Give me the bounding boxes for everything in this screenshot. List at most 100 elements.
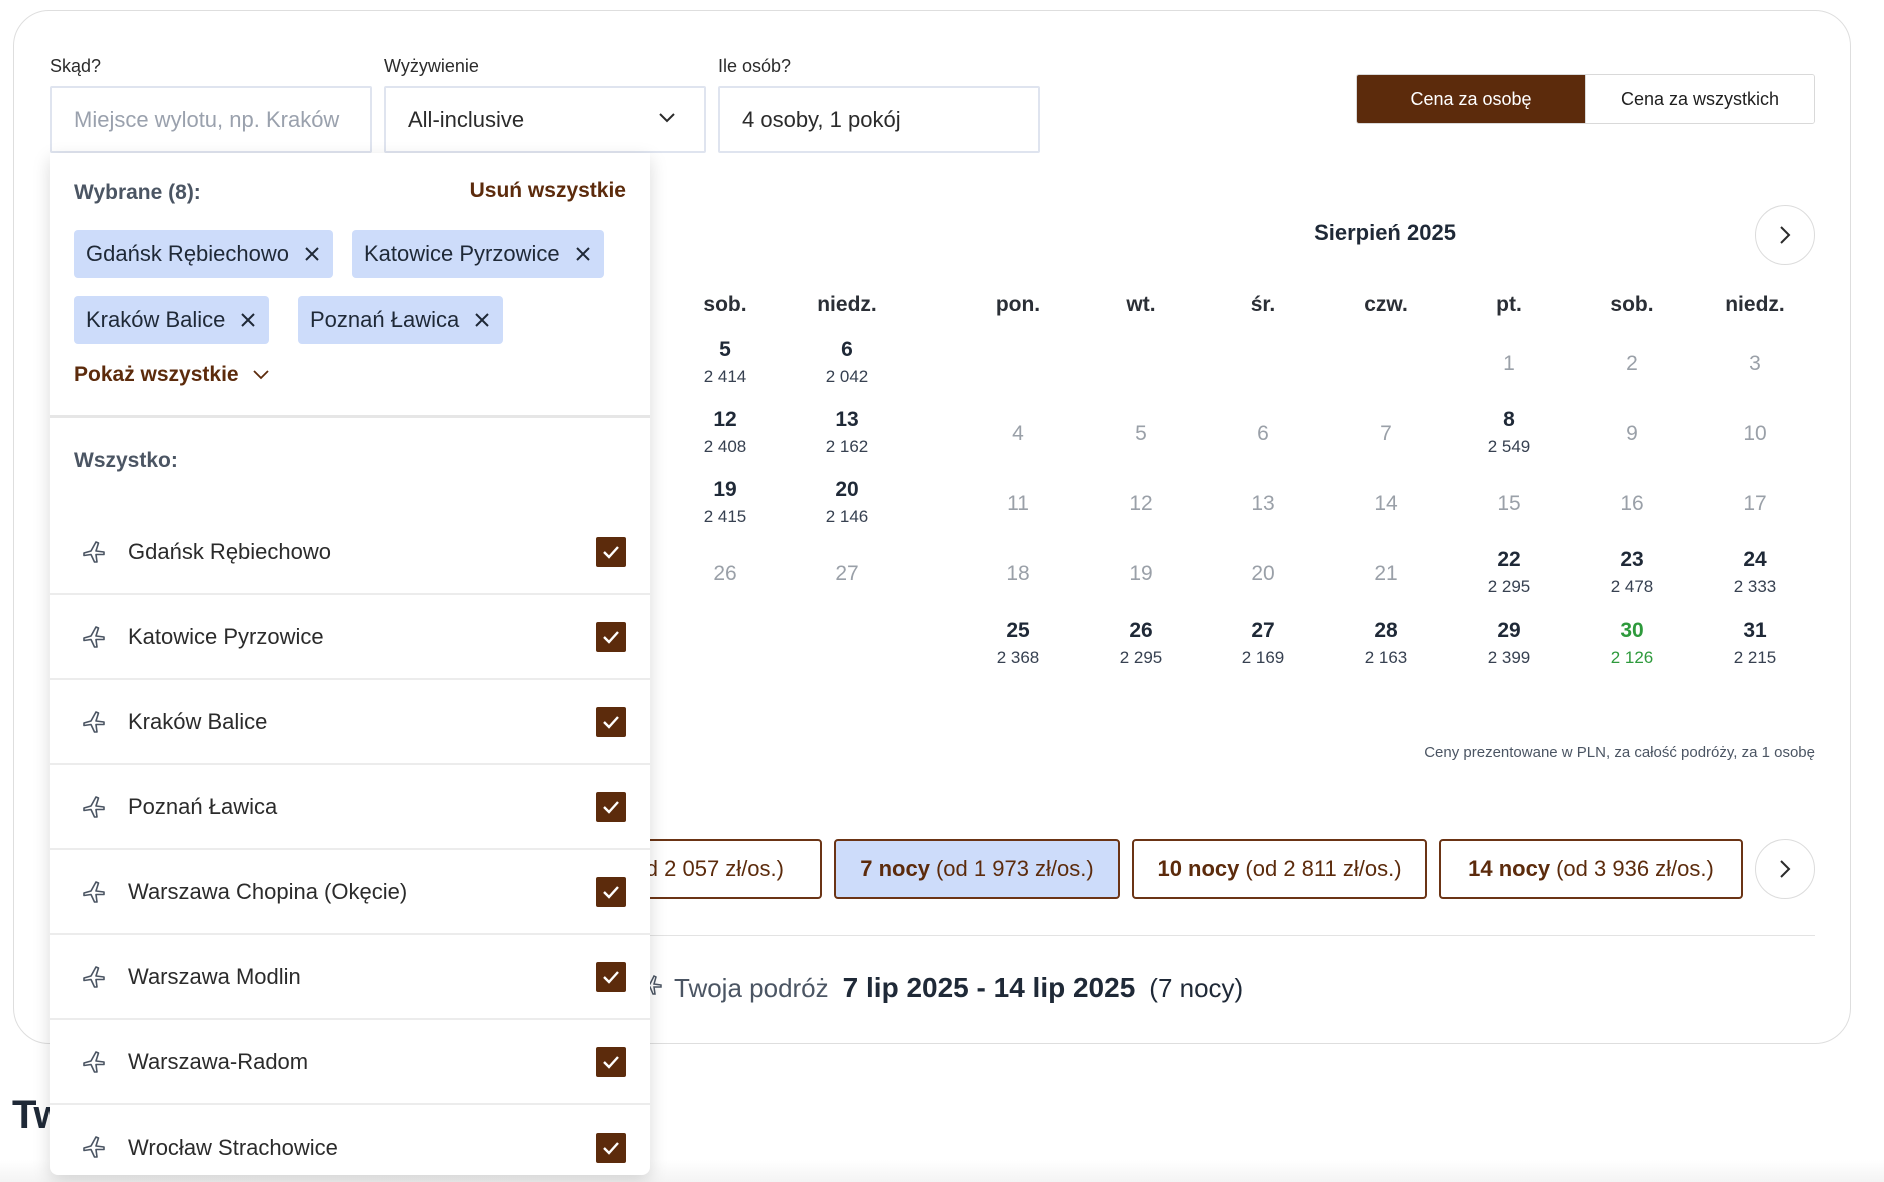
airport-option[interactable]: Poznań Ławica <box>50 765 650 850</box>
calendar-day[interactable]: 13 2 162 <box>797 407 897 458</box>
calendar-day: 15 <box>1459 491 1559 517</box>
close-icon[interactable] <box>241 313 256 327</box>
nights-option-price: (od 3 936 zł/os.) <box>1556 856 1714 881</box>
day-number: 14 <box>1374 492 1398 515</box>
day-number: 16 <box>1620 492 1644 515</box>
nights-option-10[interactable]: 10 nocy (od 2 811 zł/os.) <box>1132 839 1427 899</box>
day-number: 24 <box>1743 548 1767 571</box>
calendar-day[interactable]: 27 2 169 <box>1213 618 1313 669</box>
airport-option[interactable]: Warszawa Chopina (Okęcie) <box>50 850 650 935</box>
checkbox-checked-icon[interactable] <box>596 1132 626 1163</box>
calendar-day[interactable]: 19 2 415 <box>675 477 775 528</box>
calendar-day[interactable]: 22 2 295 <box>1459 547 1559 598</box>
day-number: 22 <box>1497 548 1521 571</box>
day-number: 26 <box>713 562 737 585</box>
plane-icon <box>80 793 108 826</box>
nights-option-price: od 2 057 zł/os.) <box>633 856 784 881</box>
nights-option-label: 14 nocy <box>1468 856 1551 881</box>
day-price: 2 295 <box>1487 577 1531 596</box>
day-number: 12 <box>1129 492 1153 515</box>
nights-option-price: (od 2 811 zł/os.) <box>1245 856 1402 881</box>
plane-icon <box>80 963 108 996</box>
calendar-day[interactable]: 6 2 042 <box>797 337 897 388</box>
price-for-all-button[interactable]: Cena za wszystkich <box>1585 75 1814 123</box>
checkbox-checked-icon[interactable] <box>596 791 626 822</box>
calendar-day[interactable]: 29 2 399 <box>1459 618 1559 669</box>
day-price: 2 295 <box>1119 648 1163 667</box>
nights-option-14[interactable]: 14 nocy (od 3 936 zł/os.) <box>1439 839 1743 899</box>
calendar-day[interactable]: 25 2 368 <box>968 618 1068 669</box>
airport-option[interactable]: Katowice Pyrzowice <box>50 595 650 680</box>
calendar-day: 26 <box>675 561 775 587</box>
calendar-day[interactable]: 28 2 163 <box>1336 618 1436 669</box>
airport-option[interactable]: Wrocław Strachowice <box>50 1105 650 1175</box>
trip-dates: 7 lip 2025 - 14 lip 2025 <box>842 972 1136 1003</box>
calendar-day[interactable]: 5 2 414 <box>675 337 775 388</box>
airport-option[interactable]: Kraków Balice <box>50 680 650 765</box>
next-month-button[interactable] <box>1755 205 1815 265</box>
calendar-day[interactable]: 20 2 146 <box>797 477 897 528</box>
checkbox-checked-icon[interactable] <box>596 876 626 907</box>
calendar-day[interactable]: 8 2 549 <box>1459 407 1559 458</box>
close-icon[interactable] <box>305 247 319 261</box>
airport-option[interactable]: Gdańsk Rębiechowo <box>50 510 650 595</box>
calendar-day: 7 <box>1336 421 1436 447</box>
day-number: 3 <box>1749 352 1761 375</box>
board-select[interactable]: All-inclusive <box>384 86 706 153</box>
next-nights-button[interactable] <box>1755 839 1815 899</box>
day-number: 28 <box>1374 619 1398 642</box>
checkbox-checked-icon[interactable] <box>596 706 626 737</box>
departure-dropdown: Wybrane (8): Usuń wszystkie Gdańsk Rębie… <box>50 153 650 1175</box>
checkbox-checked-icon[interactable] <box>596 621 626 652</box>
weekday-label: niedz. <box>817 293 877 316</box>
day-number: 12 <box>713 408 737 431</box>
from-input[interactable]: Miejsce wylotu, np. Kraków <box>50 86 372 153</box>
chip-poznan: Poznań Ławica <box>298 296 504 344</box>
nights-option-partial[interactable]: od 2 057 zł/os.) <box>620 839 822 899</box>
day-price: 2 368 <box>996 648 1040 667</box>
chip-label: Katowice Pyrzowice <box>364 241 560 266</box>
weekday-label: śr. <box>1250 293 1276 316</box>
day-price: 2 162 <box>825 437 869 456</box>
close-icon[interactable] <box>575 247 590 261</box>
guests-input[interactable]: 4 osoby, 1 pokój <box>718 86 1040 153</box>
calendar-day: 13 <box>1213 491 1313 517</box>
checkbox-checked-icon[interactable] <box>596 536 626 567</box>
airport-option-label: Gdańsk Rębiechowo <box>128 538 332 564</box>
day-number: 6 <box>1257 422 1269 445</box>
calendar-day: 14 <box>1336 491 1436 517</box>
show-all-button[interactable]: Pokaż wszystkie <box>74 363 269 387</box>
day-price: 2 163 <box>1364 648 1408 667</box>
chip-label: Poznań Ławica <box>310 307 460 332</box>
airport-option[interactable]: Warszawa Modlin <box>50 935 650 1020</box>
calendar-day[interactable]: 31 2 215 <box>1705 618 1805 669</box>
calendar-day[interactable]: 30 2 126 <box>1582 618 1682 669</box>
day-number: 17 <box>1743 492 1767 515</box>
price-per-person-button[interactable]: Cena za osobę <box>1357 75 1585 123</box>
calendar-day[interactable]: 12 2 408 <box>675 407 775 458</box>
checkbox-checked-icon[interactable] <box>596 1046 626 1077</box>
weekday-label: sob. <box>1610 293 1654 316</box>
airport-option-label: Kraków Balice <box>128 708 268 734</box>
airport-option[interactable]: Warszawa-Radom <box>50 1020 650 1105</box>
chip-gdansk: Gdańsk Rębiechowo <box>74 230 334 278</box>
chip-katowice: Katowice Pyrzowice <box>352 230 604 278</box>
calendar-day[interactable]: 24 2 333 <box>1705 547 1805 598</box>
day-number: 2 <box>1626 352 1638 375</box>
day-number: 29 <box>1497 619 1521 642</box>
calendar-day[interactable]: 26 2 295 <box>1091 618 1191 669</box>
chip-label: Gdańsk Rębiechowo <box>86 241 290 266</box>
checkbox-checked-icon[interactable] <box>596 961 626 992</box>
day-number: 9 <box>1626 422 1638 445</box>
day-number: 15 <box>1497 492 1521 515</box>
calendar-day: 16 <box>1582 491 1682 517</box>
close-icon[interactable] <box>475 313 489 327</box>
dropdown-divider <box>50 415 650 418</box>
clear-all-button[interactable]: Usuń wszystkie <box>470 179 626 203</box>
calendar-day[interactable]: 23 2 478 <box>1582 547 1682 598</box>
day-price: 2 042 <box>825 367 869 386</box>
chip-label: Kraków Balice <box>86 307 226 332</box>
month-title: Sierpień 2025 <box>1314 220 1456 245</box>
chevron-right-icon <box>1780 860 1791 878</box>
nights-option-7[interactable]: 7 nocy (od 1 973 zł/os.) <box>834 839 1120 899</box>
